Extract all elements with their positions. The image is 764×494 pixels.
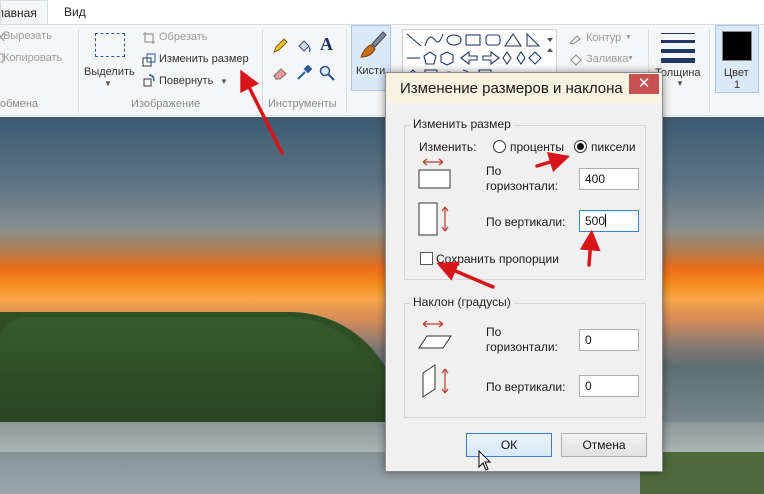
crop-icon xyxy=(143,32,155,44)
skew-vertical-label: По вертикали: xyxy=(486,380,566,394)
skew-horizontal-label-line2: горизонтали: xyxy=(486,340,558,354)
vertical-size-input[interactable]: 500 xyxy=(579,210,639,232)
pixels-radio[interactable] xyxy=(574,140,587,153)
magnifier-icon[interactable] xyxy=(319,65,335,81)
copy-button[interactable]: Копировать xyxy=(3,52,62,64)
resize-button[interactable]: Изменить размер xyxy=(159,53,249,65)
resize-skew-dialog: Изменение размеров и наклона ✕ Изменить … xyxy=(385,72,663,472)
size-dropdown-arrow[interactable]: ▼ xyxy=(676,79,684,88)
pencil-icon[interactable] xyxy=(272,38,288,54)
fill-bucket-icon[interactable] xyxy=(296,38,312,54)
fill-icon xyxy=(570,54,582,66)
image-group-label: Изображение xyxy=(131,98,201,110)
tab-view[interactable]: Вид xyxy=(56,0,94,24)
color-swatch xyxy=(722,31,752,61)
rotate-button[interactable]: Повернуть xyxy=(159,75,213,87)
cancel-button[interactable]: Отмена xyxy=(561,433,647,457)
resize-icon xyxy=(142,53,156,67)
skew-vertical-input[interactable]: 0 xyxy=(579,375,639,397)
percent-radio[interactable] xyxy=(493,140,506,153)
color1-label: Цвет xyxy=(724,67,749,79)
tab-home[interactable]: лавная xyxy=(0,0,48,24)
brush-icon xyxy=(360,31,387,58)
horizontal-size-input[interactable]: 400 xyxy=(579,168,639,190)
vertical-label: По вертикали: xyxy=(486,215,566,229)
tools-group-label: Инструменты xyxy=(268,98,337,110)
outline-button[interactable]: Контур xyxy=(586,32,621,44)
thickness-icon[interactable] xyxy=(661,33,695,34)
keep-ratio-checkbox[interactable] xyxy=(420,252,433,265)
select-button[interactable]: Выделить xyxy=(84,66,135,78)
photo-hill-front xyxy=(0,317,390,422)
outline-dropdown-arrow[interactable]: ▼ xyxy=(625,34,632,41)
rotate-icon xyxy=(143,74,155,87)
color1-number: 1 xyxy=(734,79,741,91)
pixels-label[interactable]: пиксели xyxy=(591,140,636,154)
eraser-icon[interactable] xyxy=(272,65,288,81)
thickness-icon xyxy=(661,58,695,63)
keep-ratio-label[interactable]: Сохранить пропорции xyxy=(436,252,559,266)
horizontal-label-line1: По xyxy=(486,164,502,178)
text-icon[interactable]: A xyxy=(320,34,333,55)
crop-button[interactable]: Обрезать xyxy=(159,31,208,43)
text-caret xyxy=(605,214,607,227)
fill-dropdown-arrow[interactable]: ▼ xyxy=(627,55,634,62)
separator xyxy=(346,29,347,113)
close-button[interactable]: ✕ xyxy=(629,74,659,94)
cut-button[interactable]: Вырезать xyxy=(3,30,52,42)
percent-label[interactable]: проценты xyxy=(510,140,564,154)
separator xyxy=(78,29,79,113)
dialog-title: Изменение размеров и наклона xyxy=(400,80,623,97)
vertical-size-value: 500 xyxy=(585,214,606,228)
resize-by-label: Изменить: xyxy=(419,140,477,154)
select-icon xyxy=(95,33,125,57)
rotate-dropdown-arrow[interactable]: ▼ xyxy=(220,77,228,86)
brushes-label: Кисти xyxy=(356,65,386,77)
vertical-resize-icon xyxy=(418,202,449,236)
mouse-cursor-icon xyxy=(478,450,492,471)
fill-button[interactable]: Заливка xyxy=(586,53,628,65)
select-dropdown-arrow[interactable]: ▼ xyxy=(104,79,112,88)
vertical-skew-icon xyxy=(422,364,449,398)
skew-horizontal-input[interactable]: 0 xyxy=(579,329,639,351)
skew-horizontal-label-line1: По xyxy=(486,325,502,339)
separator xyxy=(262,29,263,113)
horizontal-skew-icon xyxy=(418,320,452,349)
skew-group-label: Наклон (градусы) xyxy=(410,295,514,309)
separator xyxy=(709,29,710,113)
resize-group-label: Изменить размер xyxy=(410,117,514,131)
clipboard-group-label: обмена xyxy=(0,98,39,110)
thickness-icon xyxy=(661,40,695,43)
ribbon-tabs: лавная Вид xyxy=(0,0,764,24)
dialog-titlebar[interactable]: Изменение размеров и наклона ✕ xyxy=(386,73,662,103)
color-picker-icon[interactable] xyxy=(296,65,312,81)
outline-icon xyxy=(569,35,581,45)
thickness-icon xyxy=(661,49,695,53)
horizontal-resize-icon xyxy=(418,158,451,189)
horizontal-label-line2: горизонтали: xyxy=(486,179,558,193)
